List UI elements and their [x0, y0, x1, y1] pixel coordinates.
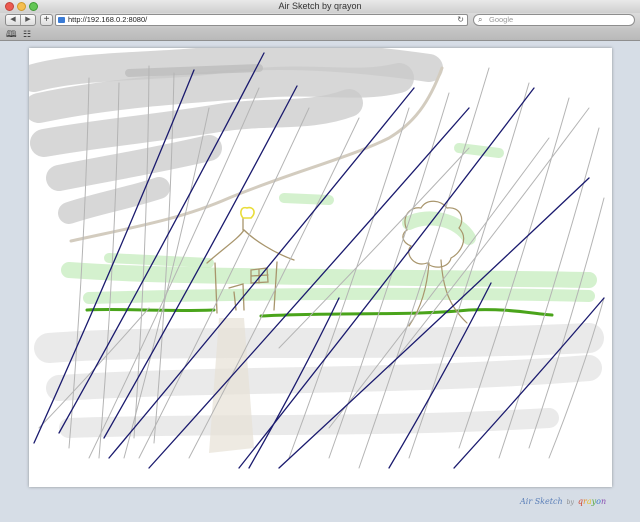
search-input[interactable]: ⌕ Google	[473, 14, 635, 26]
title-bar: Air Sketch by qrayon	[0, 0, 640, 14]
rain-stroke	[38, 307, 150, 429]
favicon-icon	[58, 17, 65, 23]
forward-button[interactable]: ▶	[20, 15, 35, 25]
sketch-drawing	[29, 48, 605, 469]
brand-by: by	[566, 499, 574, 506]
search-placeholder: Google	[489, 15, 514, 24]
add-bookmark-button[interactable]: +	[40, 14, 53, 26]
air-sketch-logo: Air Sketch by qrayon	[520, 497, 606, 506]
search-icon: ⌕	[478, 15, 483, 24]
browser-toolbar: ◀ ▶ + http://192.168.0.2:8080/ ↻ ⌕ Googl…	[0, 13, 640, 28]
bookmarks-bar: 🕮 ☷	[0, 28, 640, 41]
url-text[interactable]: http://192.168.0.2:8080/	[68, 15, 147, 25]
window-title: Air Sketch by qrayon	[278, 1, 362, 11]
sky-scribble	[29, 48, 443, 224]
top-sites-grid-icon[interactable]: ☷	[23, 29, 31, 39]
back-button[interactable]: ◀	[6, 15, 20, 25]
brand-letter: n	[600, 497, 607, 506]
nav-button-group: ◀ ▶	[5, 14, 36, 26]
reading-list-icon[interactable]: 🕮	[6, 29, 17, 39]
address-bar[interactable]: http://192.168.0.2:8080/ ↻	[55, 14, 468, 26]
sun-drawing	[240, 206, 255, 219]
reload-icon[interactable]: ↻	[457, 15, 464, 25]
brand-app-name: Air Sketch	[520, 497, 563, 506]
ground-wash	[34, 323, 604, 438]
sketch-canvas[interactable]	[29, 48, 612, 487]
